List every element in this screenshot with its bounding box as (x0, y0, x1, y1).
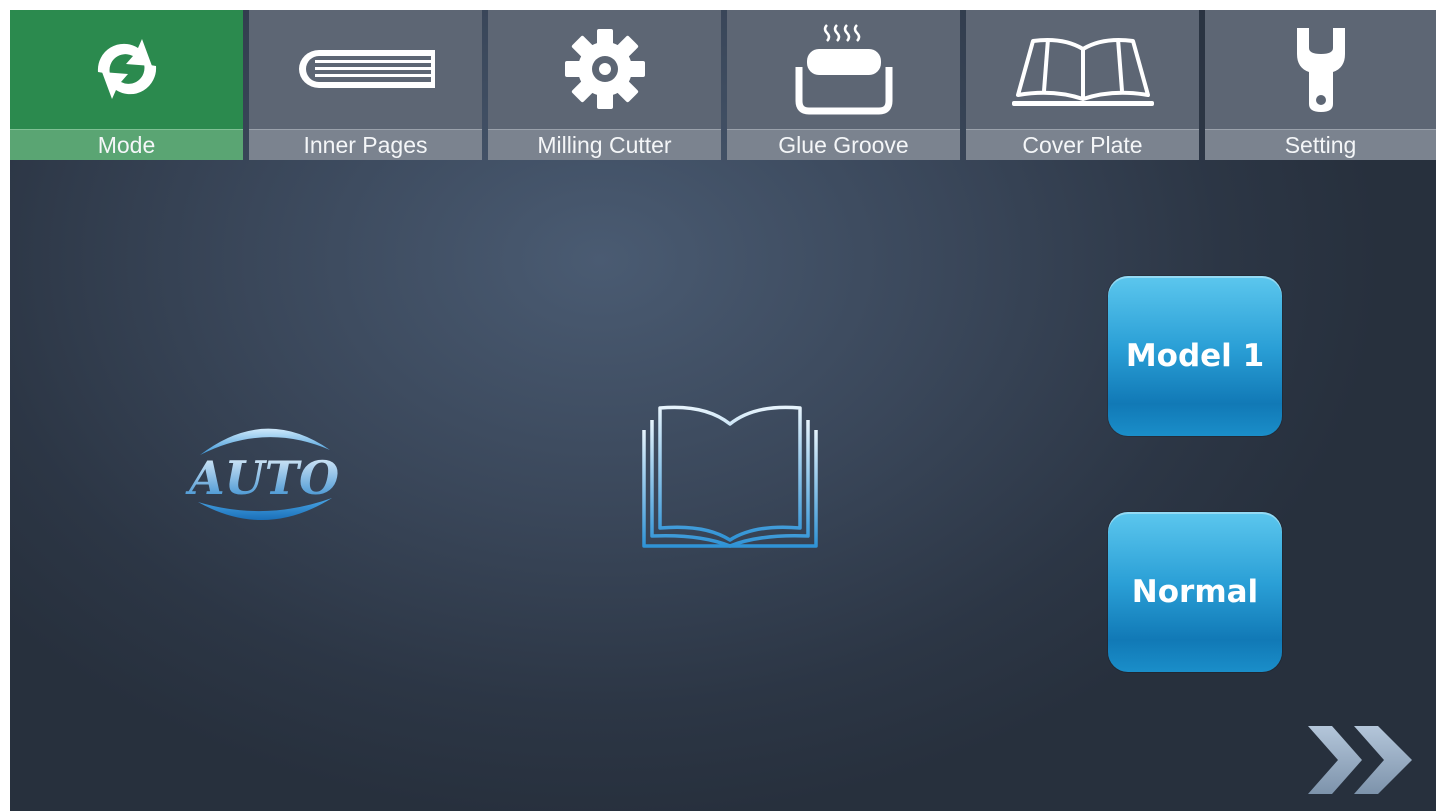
book-stack-icon (249, 10, 482, 128)
tab-mode[interactable]: Mode (10, 10, 243, 160)
tab-milling-cutter[interactable]: Milling Cutter (488, 10, 721, 160)
open-book-outline-icon (966, 10, 1199, 128)
tab-glue-groove[interactable]: Glue Groove (727, 10, 960, 160)
tab-label: Setting (1205, 129, 1436, 160)
tab-label: Mode (10, 129, 243, 160)
gear-icon (488, 10, 721, 128)
glue-heater-icon (727, 10, 960, 128)
tab-label: Milling Cutter (488, 129, 721, 160)
auto-logo-text: AUTO (185, 451, 339, 505)
tab-label: Inner Pages (249, 129, 482, 160)
tab-setting[interactable]: Setting (1205, 10, 1436, 160)
tab-label: Cover Plate (966, 129, 1199, 160)
double-chevron-right-icon[interactable] (1304, 718, 1419, 803)
tab-cover-plate[interactable]: Cover Plate (966, 10, 1199, 160)
model-1-button[interactable]: Model 1 (1108, 276, 1282, 436)
tab-bar: Mode Inner Pages Milling Cutter Glue Gro… (10, 10, 1436, 160)
tab-label: Glue Groove (727, 129, 960, 160)
refresh-icon (10, 10, 243, 128)
app-screen: Mode Inner Pages Milling Cutter Glue Gro… (10, 10, 1436, 811)
open-book-icon (642, 405, 818, 548)
wrench-icon (1205, 10, 1436, 128)
auto-mode-logo: AUTO (185, 428, 339, 521)
tab-inner-pages[interactable]: Inner Pages (249, 10, 482, 160)
normal-button[interactable]: Normal (1108, 512, 1282, 672)
